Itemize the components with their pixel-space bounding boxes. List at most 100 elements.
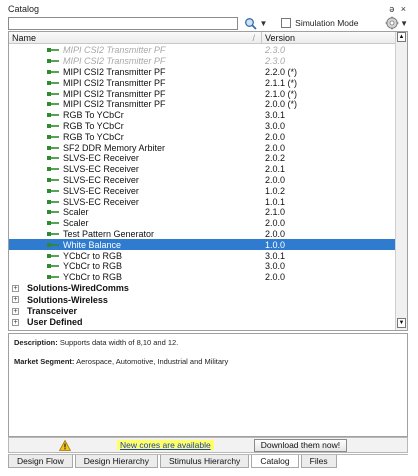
tree-row[interactable]: SLVS-EC Receiver 1.0.1 (9, 196, 395, 207)
tree-row[interactable]: YCbCr to RGB 3.0.0 (9, 261, 395, 272)
tree-row[interactable]: White Balance 1.0.0 (9, 239, 395, 251)
column-header-version-label: Version (265, 33, 296, 43)
search-row: ▼ Simulation Mode ▼ (8, 15, 408, 31)
tree-row[interactable]: SLVS-EC Receiver 2.0.2 (9, 153, 395, 164)
expand-icon[interactable]: + (12, 307, 19, 315)
tree-row[interactable]: SLVS-EC Receiver 1.0.2 (9, 185, 395, 196)
chevron-down-icon[interactable]: ▼ (259, 19, 267, 28)
window-controls[interactable]: ə × (389, 4, 408, 14)
ip-core-icon (47, 263, 59, 269)
tree-row[interactable]: MIPI CSI2 Transmitter PF 2.3.0 (9, 56, 395, 67)
tree-row-version: 3.0.0 (265, 261, 286, 272)
tree-row-label: MIPI CSI2 Transmitter PF (63, 45, 166, 56)
expand-icon[interactable]: + (12, 318, 19, 326)
market-segment-line: Market Segment: Aerospace, Automotive, I… (14, 357, 402, 366)
tree-row[interactable]: RGB To YCbCr 2.0.0 (9, 131, 395, 142)
download-button[interactable]: Download them now! (253, 438, 348, 452)
search-input[interactable] (8, 16, 239, 30)
tree-row-name: SLVS-EC Receiver (9, 197, 262, 207)
scroll-up-arrow[interactable]: ▲ (397, 32, 406, 42)
tree-row-name: YCbCr to RGB (9, 261, 262, 271)
tree-row[interactable]: YCbCr to RGB 3.0.1 (9, 250, 395, 261)
tree-row-name: RGB To YCbCr (9, 121, 262, 131)
tree-row[interactable]: MIPI CSI2 Transmitter PF 2.0.0 (*) (9, 99, 395, 110)
tree-row-version: 2.0.0 (265, 228, 286, 239)
tree-row-name: Scaler (9, 218, 262, 228)
gear-dropdown-icon[interactable]: ▼ (400, 19, 408, 28)
tree-row[interactable]: Scaler 2.0.0 (9, 218, 395, 229)
tab-catalog[interactable]: Catalog (251, 455, 299, 468)
tree-row[interactable]: SLVS-EC Receiver 2.0.0 (9, 175, 395, 186)
vertical-scrollbar[interactable]: ▲ ▼ (395, 32, 407, 330)
gear-icon[interactable] (385, 16, 399, 30)
search-icon[interactable] (244, 17, 258, 30)
catalog-titlebar: Catalog ə × (8, 2, 408, 16)
ip-core-icon (47, 253, 59, 259)
tree-row[interactable]: MIPI CSI2 Transmitter PF 2.1.1 (*) (9, 77, 395, 88)
scrollbar-track[interactable] (397, 44, 406, 316)
tree-row-label: Scaler (63, 218, 89, 229)
tree-row-label: RGB To YCbCr (63, 110, 124, 121)
tree-row[interactable]: RGB To YCbCr 3.0.1 (9, 110, 395, 121)
tree-group[interactable]: + Solutions-WiredComms (9, 283, 395, 294)
ip-core-icon (47, 177, 59, 183)
ip-core-icon (47, 58, 59, 64)
tree-row-name: MIPI CSI2 Transmitter PF (9, 45, 262, 55)
simulation-mode-checkbox[interactable] (281, 18, 292, 28)
tree-row-label: SLVS-EC Receiver (63, 153, 139, 164)
tree-row[interactable]: RGB To YCbCr 3.0.0 (9, 121, 395, 132)
column-resize-grip[interactable]: / (252, 32, 255, 44)
expand-icon[interactable]: + (12, 296, 19, 304)
tree-row-version: 2.1.0 (*) (265, 88, 298, 99)
column-header-name[interactable]: Name / (9, 32, 262, 43)
ip-core-icon (47, 91, 59, 97)
tree-group[interactable]: + Transceiver (9, 305, 395, 316)
bottom-tabs: Design Flow Design Hierarchy Stimulus Hier… (8, 454, 408, 468)
catalog-tree[interactable]: Name / Version MIPI CSI2 Transmitter PF 2… (8, 31, 408, 331)
tree-row-name: SLVS-EC Receiver (9, 164, 262, 174)
tab-design-flow[interactable]: Design Flow (8, 455, 73, 468)
tree-rows: MIPI CSI2 Transmitter PF 2.3.0 MIPI CSI2 T… (9, 45, 395, 328)
tree-header: Name / Version (9, 32, 407, 44)
ip-core-icon (47, 123, 59, 129)
ip-core-icon (47, 47, 59, 53)
tree-row-label: MIPI CSI2 Transmitter PF (63, 56, 166, 67)
description-text: Supports data width of 8,10 and 12. (57, 338, 179, 347)
ip-core-icon (47, 134, 59, 140)
tree-row[interactable]: MIPI CSI2 Transmitter PF 2.1.0 (*) (9, 88, 395, 99)
tree-row-label: MIPI CSI2 Transmitter PF (63, 77, 166, 88)
tree-row-label: RGB To YCbCr (63, 120, 124, 131)
tree-row-name: MIPI CSI2 Transmitter PF (9, 99, 262, 109)
new-cores-link[interactable]: New cores are available (117, 440, 214, 450)
tree-row-label: SLVS-EC Receiver (63, 196, 139, 207)
tree-row-name: MIPI CSI2 Transmitter PF (9, 89, 262, 99)
tree-row-version: 1.0.2 (265, 185, 286, 196)
tree-row-label: MIPI CSI2 Transmitter PF (63, 99, 166, 110)
expand-icon[interactable]: + (12, 284, 19, 292)
tree-row[interactable]: MIPI CSI2 Transmitter PF 2.2.0 (*) (9, 67, 395, 78)
tab-files[interactable]: Files (300, 455, 337, 468)
tab-design-hierarchy[interactable]: Design Hierarchy (74, 455, 158, 468)
new-cores-bar: New cores are available Download them no… (8, 437, 408, 453)
tree-row[interactable]: Scaler 2.1.0 (9, 207, 395, 218)
market-segment-label: Market Segment: (14, 357, 75, 366)
tree-row-label: Test Pattern Generator (63, 228, 155, 239)
tree-row[interactable]: YCbCr to RGB 2.0.0 (9, 272, 395, 283)
tree-row-label: SLVS-EC Receiver (63, 164, 139, 175)
tree-row[interactable]: MIPI CSI2 Transmitter PF 2.3.0 (9, 45, 395, 56)
tree-row-label: SLVS-EC Receiver (63, 185, 139, 196)
market-segment-text: Aerospace, Automotive, Industrial and Mi… (74, 357, 229, 366)
scroll-down-arrow[interactable]: ▼ (397, 318, 406, 328)
ip-core-icon (47, 242, 59, 248)
tree-group[interactable]: + Solutions-Wireless (9, 294, 395, 305)
column-header-version[interactable]: Version (262, 32, 383, 43)
tree-group[interactable]: + User Defined (9, 317, 395, 328)
tree-row-version: 2.0.0 (265, 218, 286, 229)
description-panel: Description: Supports data width of 8,10… (8, 333, 408, 437)
tab-stimulus-hierarchy[interactable]: Stimulus Hierarchy (159, 455, 250, 468)
tree-row-name: Test Pattern Generator (9, 229, 262, 239)
tree-row[interactable]: SLVS-EC Receiver 2.0.1 (9, 164, 395, 175)
tree-row[interactable]: SF2 DDR Memory Arbiter 2.0.0 (9, 142, 395, 153)
ip-core-icon (47, 145, 59, 151)
tree-row[interactable]: Test Pattern Generator 2.0.0 (9, 229, 395, 240)
